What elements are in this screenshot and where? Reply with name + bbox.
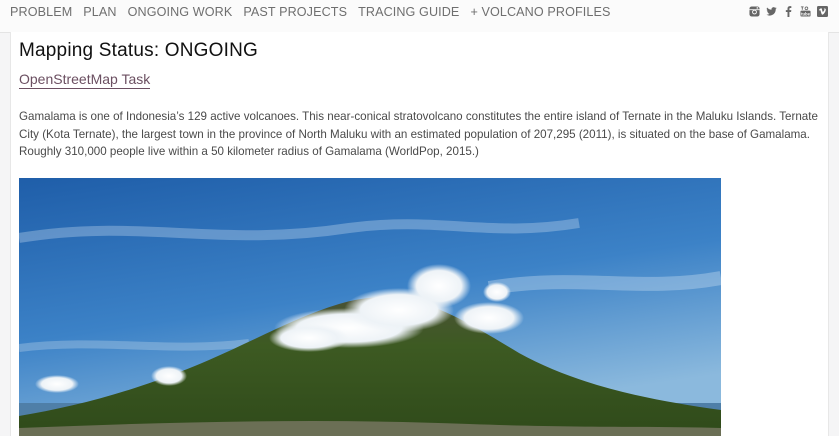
facebook-icon[interactable] — [783, 6, 794, 17]
gamalama-volcano-photo — [19, 178, 721, 436]
svg-text:tube: tube — [801, 11, 811, 16]
twitter-icon[interactable] — [766, 6, 777, 17]
nav-item-ongoing-work[interactable]: ONGOING WORK — [128, 5, 233, 19]
nav-item-volcano-profiles[interactable]: + VOLCANO PROFILES — [470, 5, 610, 19]
top-navigation-bar: PROBLEM PLAN ONGOING WORK PAST PROJECTS … — [0, 0, 839, 33]
openstreetmap-task-link[interactable]: OpenStreetMap Task — [19, 71, 151, 89]
content-card: Mapping Status: ONGOING OpenStreetMap Ta… — [10, 32, 829, 436]
nav-item-past-projects[interactable]: PAST PROJECTS — [243, 5, 347, 19]
social-links: tube — [749, 6, 828, 17]
youtube-icon[interactable]: tube — [800, 6, 811, 17]
nav-item-tracing-guide[interactable]: TRACING GUIDE — [358, 5, 459, 19]
nav-menu: PROBLEM PLAN ONGOING WORK PAST PROJECTS … — [10, 5, 610, 19]
nav-item-problem[interactable]: PROBLEM — [10, 5, 72, 19]
instagram-icon[interactable] — [749, 6, 760, 17]
page-title: Mapping Status: ONGOING — [19, 40, 259, 61]
vimeo-icon[interactable] — [817, 6, 828, 17]
volcano-description: Gamalama is one of Indonesia’s 129 activ… — [19, 110, 818, 158]
nav-item-plan[interactable]: PLAN — [83, 5, 116, 19]
